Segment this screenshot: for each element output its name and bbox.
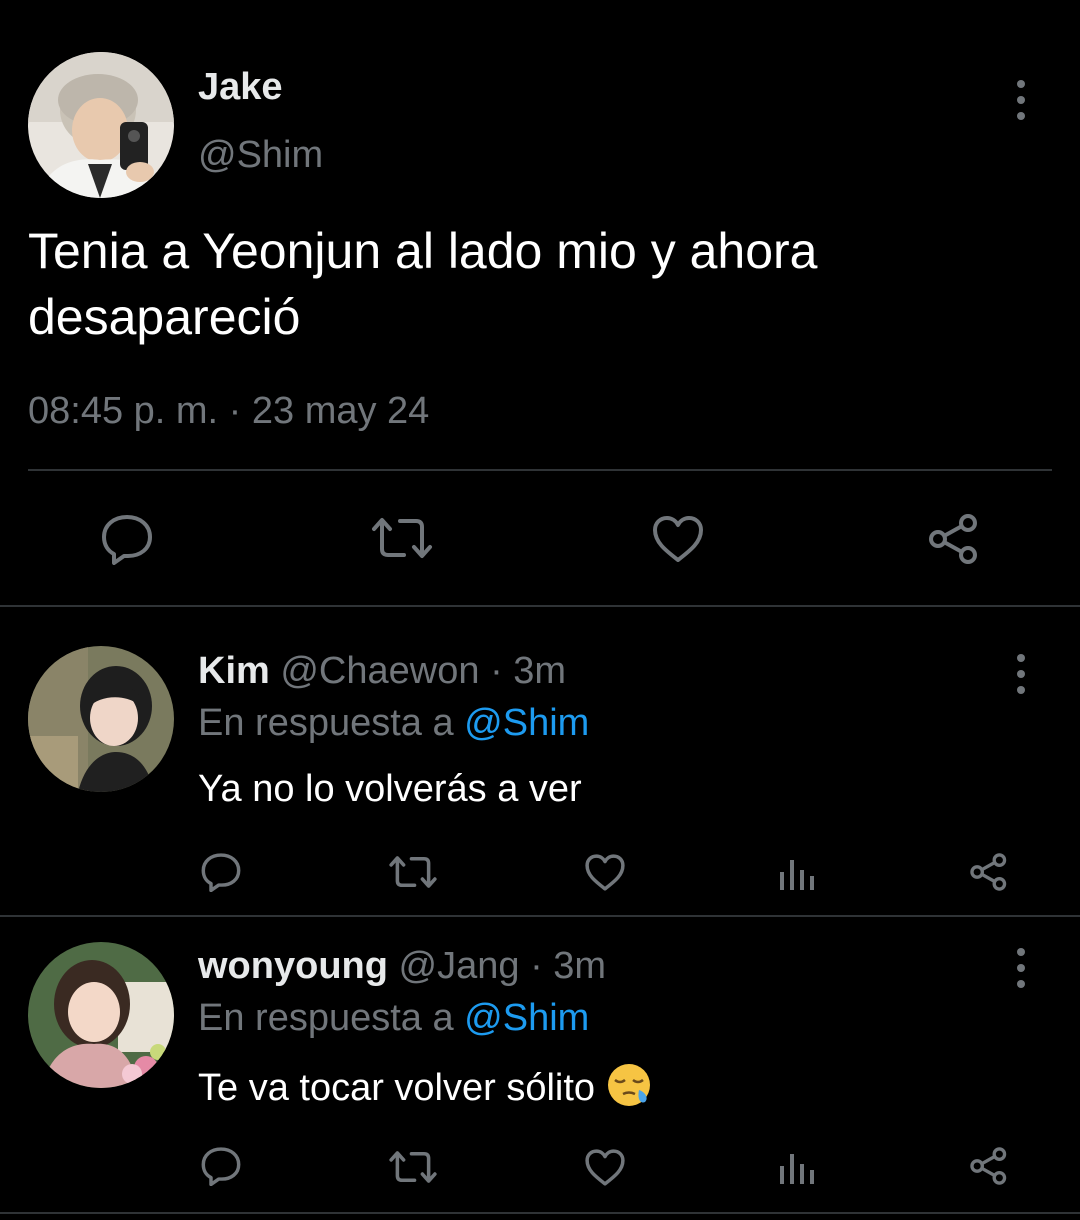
timestamp-divider	[28, 469, 1052, 471]
tweet-text-line-2: desapareció	[28, 289, 301, 345]
reply-divider	[0, 1212, 1080, 1214]
like-icon[interactable]	[584, 853, 626, 892]
author-name[interactable]: Jake	[198, 66, 283, 109]
reply-prefix: En respuesta a	[198, 702, 454, 744]
reply-context: En respuesta a @Shim	[198, 702, 589, 745]
share-icon[interactable]	[926, 512, 982, 566]
author-name[interactable]: Kim	[198, 650, 270, 692]
reply-text-row: Te va tocar volver sólito	[198, 1062, 653, 1118]
avatar-wonyoung[interactable]	[28, 942, 174, 1088]
retweet-icon[interactable]	[388, 854, 438, 890]
sleepy-face-emoji	[605, 1062, 653, 1118]
reply-icon[interactable]	[200, 852, 242, 892]
retweet-icon[interactable]	[388, 1149, 438, 1185]
reply-divider	[0, 915, 1080, 917]
avatar-kim[interactable]	[28, 646, 174, 792]
tweet-text-line-1: Tenia a Yeonjun al lado mio y ahora	[28, 223, 818, 279]
views-icon[interactable]	[778, 856, 816, 892]
author-handle[interactable]: @Jang	[399, 945, 520, 987]
more-options-icon[interactable]	[1015, 654, 1027, 694]
share-icon[interactable]	[968, 852, 1010, 892]
author-handle[interactable]: @Shim	[198, 134, 323, 177]
reply-icon[interactable]	[200, 1146, 242, 1186]
reply-time: · 3m	[530, 945, 607, 987]
reply-prefix: En respuesta a	[198, 997, 454, 1039]
reply-time: · 3m	[490, 650, 567, 692]
reply-text: Ya no lo volverás a ver	[198, 768, 582, 810]
reply-context: En respuesta a @Shim	[198, 997, 589, 1040]
author-handle[interactable]: @Chaewon	[280, 650, 479, 692]
like-icon[interactable]	[651, 514, 705, 564]
reply-header: wonyoung @Jang · 3m	[198, 945, 606, 988]
more-options-icon[interactable]	[1015, 80, 1027, 120]
more-options-icon[interactable]	[1015, 948, 1027, 988]
reply-to-link[interactable]: @Shim	[464, 702, 589, 744]
tweet-divider	[0, 605, 1080, 607]
views-icon[interactable]	[778, 1150, 816, 1186]
retweet-icon[interactable]	[370, 515, 434, 561]
share-icon[interactable]	[968, 1146, 1010, 1186]
reply-icon[interactable]	[100, 513, 154, 565]
avatar-jake[interactable]	[28, 52, 174, 198]
reply-text: Te va tocar volver sólito	[198, 1067, 596, 1109]
tweet-timestamp: 08:45 p. m. · 23 may 24	[28, 390, 430, 432]
author-name[interactable]: wonyoung	[198, 945, 388, 987]
reply-header: Kim @Chaewon · 3m	[198, 650, 566, 693]
like-icon[interactable]	[584, 1148, 626, 1187]
reply-to-link[interactable]: @Shim	[464, 997, 589, 1039]
